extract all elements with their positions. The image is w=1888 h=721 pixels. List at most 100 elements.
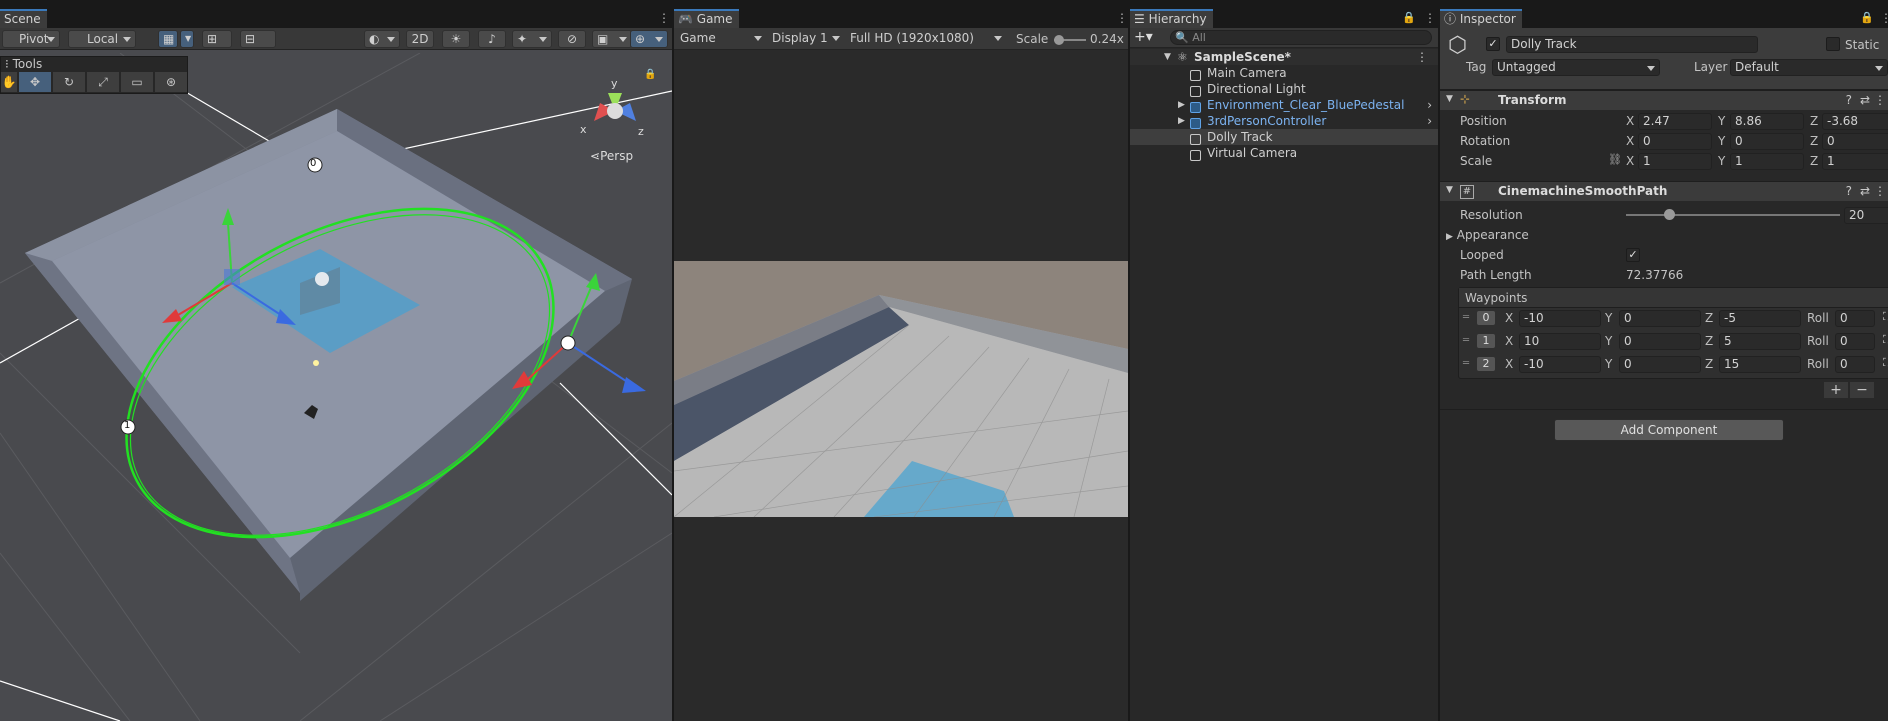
expand-arrow-icon[interactable]: ▼ bbox=[1164, 49, 1171, 65]
chevron-right-icon[interactable]: › bbox=[1427, 97, 1432, 113]
waypoint-roll-label[interactable]: Roll bbox=[1807, 333, 1829, 349]
tab-game[interactable]: 🎮 Game bbox=[674, 9, 739, 28]
path-help-icon[interactable]: ? bbox=[1846, 184, 1852, 198]
path-fold-arrow-icon[interactable]: ▼ bbox=[1446, 185, 1453, 195]
waypoint-z-axis-label[interactable]: Z bbox=[1705, 356, 1713, 372]
waypoint-options-icon[interactable]: ⛶ bbox=[1883, 356, 1888, 370]
position-y-field[interactable]: 8.86 bbox=[1730, 113, 1804, 130]
position-x-field[interactable]: 2.47 bbox=[1638, 113, 1712, 130]
scale-y-axis-label[interactable]: Y bbox=[1718, 153, 1725, 169]
hierarchy-search-input[interactable]: 🔍 All bbox=[1170, 30, 1432, 45]
expand-arrow-icon[interactable]: ▶ bbox=[1178, 97, 1185, 113]
lock-icon[interactable]: 🔒 bbox=[644, 69, 656, 80]
position-x-axis-label[interactable]: X bbox=[1626, 113, 1634, 129]
chevron-right-icon[interactable]: › bbox=[1427, 113, 1432, 129]
game-view[interactable] bbox=[674, 261, 1128, 517]
rotate-tool-icon[interactable]: ↻ bbox=[53, 72, 85, 92]
waypoint-options-icon[interactable]: ⛶ bbox=[1883, 310, 1888, 324]
active-checkbox[interactable]: ✓ bbox=[1486, 37, 1500, 51]
waypoint-z-field[interactable]: -5 bbox=[1719, 310, 1801, 327]
resolution-slider[interactable] bbox=[1626, 209, 1840, 220]
object-name-field[interactable]: Dolly Track bbox=[1506, 36, 1758, 53]
hierarchy-menu-icon[interactable]: ⋮ bbox=[1424, 11, 1436, 25]
waypoint-y-axis-label[interactable]: Y bbox=[1605, 333, 1612, 349]
waypoint-roll-label[interactable]: Roll bbox=[1807, 310, 1829, 326]
rotation-y-axis-label[interactable]: Y bbox=[1718, 133, 1725, 149]
hierarchy-item[interactable]: Virtual Camera bbox=[1130, 145, 1438, 161]
scale-tool-icon[interactable]: ⤢ bbox=[87, 72, 119, 92]
tag-dropdown[interactable]: Untagged bbox=[1492, 59, 1660, 76]
camera-settings-dropdown[interactable]: ▣ bbox=[592, 30, 632, 48]
resolution-slider-thumb[interactable] bbox=[1663, 209, 1675, 220]
cinemachine-path-header[interactable]: ▼ # CinemachineSmoothPath ? ⇄ ⋮ bbox=[1440, 181, 1888, 201]
waypoint-y-field[interactable]: 0 bbox=[1619, 310, 1701, 327]
waypoint-roll-field[interactable]: 0 bbox=[1835, 310, 1875, 327]
resolution-field[interactable]: 20 bbox=[1844, 207, 1888, 224]
waypoint-y-field[interactable]: 0 bbox=[1619, 356, 1701, 373]
waypoint-x-field[interactable]: -10 bbox=[1519, 356, 1601, 373]
grid-visibility-button[interactable]: ⊞ bbox=[202, 30, 232, 48]
drag-handle-icon[interactable]: ═ bbox=[1463, 312, 1469, 323]
waypoint-z-axis-label[interactable]: Z bbox=[1705, 310, 1713, 326]
pivot-dropdown[interactable]: Pivot bbox=[2, 30, 60, 48]
waypoint-z-field[interactable]: 5 bbox=[1719, 333, 1801, 350]
gameobject-cube-icon[interactable]: ⬡ bbox=[1448, 34, 1472, 58]
transform-help-icon[interactable]: ? bbox=[1846, 93, 1852, 107]
waypoint-z-axis-label[interactable]: Z bbox=[1705, 333, 1713, 349]
waypoint-x-field[interactable]: -10 bbox=[1519, 310, 1601, 327]
appearance-foldout[interactable]: ▶ Appearance bbox=[1446, 227, 1529, 245]
waypoint-x-axis-label[interactable]: X bbox=[1505, 333, 1513, 349]
waypoint-options-icon[interactable]: ⛶ bbox=[1883, 333, 1888, 347]
lighting-toggle-icon[interactable]: ☀ bbox=[442, 30, 470, 48]
remove-waypoint-button[interactable]: − bbox=[1850, 382, 1874, 398]
move-tool-icon[interactable]: ✥ bbox=[19, 72, 51, 92]
scale-slider[interactable] bbox=[1054, 35, 1086, 45]
appearance-arrow-icon[interactable]: ▶ bbox=[1446, 232, 1453, 242]
transform-header[interactable]: ▼ ⊹ Transform ? ⇄ ⋮ bbox=[1440, 90, 1888, 110]
local-dropdown[interactable]: Local bbox=[68, 30, 136, 48]
tab-scene[interactable]: Scene bbox=[0, 9, 47, 28]
game-mode-dropdown[interactable]: Game bbox=[676, 30, 766, 48]
hidden-objects-icon[interactable]: ⊘ bbox=[558, 30, 586, 48]
path-menu-icon[interactable]: ⋮ bbox=[1874, 184, 1886, 198]
hierarchy-lock-icon[interactable]: 🔒 bbox=[1402, 11, 1416, 24]
toggle-2d-button[interactable]: 2D bbox=[406, 30, 434, 48]
transform-fold-arrow-icon[interactable]: ▼ bbox=[1446, 94, 1453, 104]
scale-z-axis-label[interactable]: Z bbox=[1810, 153, 1818, 169]
resolution-dropdown[interactable]: Full HD (1920x1080) bbox=[846, 30, 1006, 48]
scale-x-axis-label[interactable]: X bbox=[1626, 153, 1634, 169]
scene-menu-kebab-icon[interactable]: ⋮ bbox=[1416, 49, 1428, 65]
scale-y-field[interactable]: 1 bbox=[1730, 153, 1804, 170]
shading-mode-dropdown[interactable]: ◐ bbox=[364, 30, 400, 48]
position-y-axis-label[interactable]: Y bbox=[1718, 113, 1725, 129]
scale-slider-thumb[interactable] bbox=[1054, 35, 1064, 45]
scale-z-field[interactable]: 1 bbox=[1822, 153, 1888, 170]
grid-snap-dropdown-icon[interactable]: ▼ bbox=[180, 30, 194, 48]
audio-toggle-icon[interactable]: ♪ bbox=[478, 30, 506, 48]
waypoint-y-field[interactable]: 0 bbox=[1619, 333, 1701, 350]
grid-snap-button[interactable]: ▦ bbox=[158, 30, 178, 48]
scene-root-row[interactable]: ▼ ⚛ SampleScene* ⋮ bbox=[1130, 49, 1438, 65]
waypoint-y-axis-label[interactable]: Y bbox=[1605, 310, 1612, 326]
inspector-menu-icon[interactable]: ⋮ bbox=[1880, 11, 1888, 25]
waypoint-x-axis-label[interactable]: X bbox=[1505, 356, 1513, 372]
position-z-axis-label[interactable]: Z bbox=[1810, 113, 1818, 129]
constrain-proportions-icon[interactable]: ⛓ bbox=[1608, 153, 1622, 166]
hierarchy-item[interactable]: Dolly Track bbox=[1130, 129, 1438, 145]
add-waypoint-button[interactable]: + bbox=[1824, 382, 1848, 398]
looped-checkbox[interactable]: ✓ bbox=[1626, 248, 1640, 262]
expand-arrow-icon[interactable]: ▶ bbox=[1178, 113, 1185, 129]
game-menu-icon[interactable]: ⋮ bbox=[1116, 11, 1128, 25]
rotation-y-field[interactable]: 0 bbox=[1730, 133, 1804, 150]
waypoint-roll-label[interactable]: Roll bbox=[1807, 356, 1829, 372]
waypoint-y-axis-label[interactable]: Y bbox=[1605, 356, 1612, 372]
hierarchy-item[interactable]: ▶ 3rdPersonController › bbox=[1130, 113, 1438, 129]
transform-menu-icon[interactable]: ⋮ bbox=[1874, 93, 1886, 107]
rotation-x-axis-label[interactable]: X bbox=[1626, 133, 1634, 149]
waypoint-marker-2[interactable] bbox=[560, 335, 576, 351]
tab-inspector[interactable]: ⓘ Inspector bbox=[1440, 9, 1522, 28]
gizmos-dropdown[interactable]: ⊕ bbox=[630, 30, 668, 48]
inspector-lock-icon[interactable]: 🔒 bbox=[1860, 11, 1874, 24]
hierarchy-item[interactable]: Directional Light bbox=[1130, 81, 1438, 97]
drag-handle-icon[interactable]: ═ bbox=[1463, 358, 1469, 369]
